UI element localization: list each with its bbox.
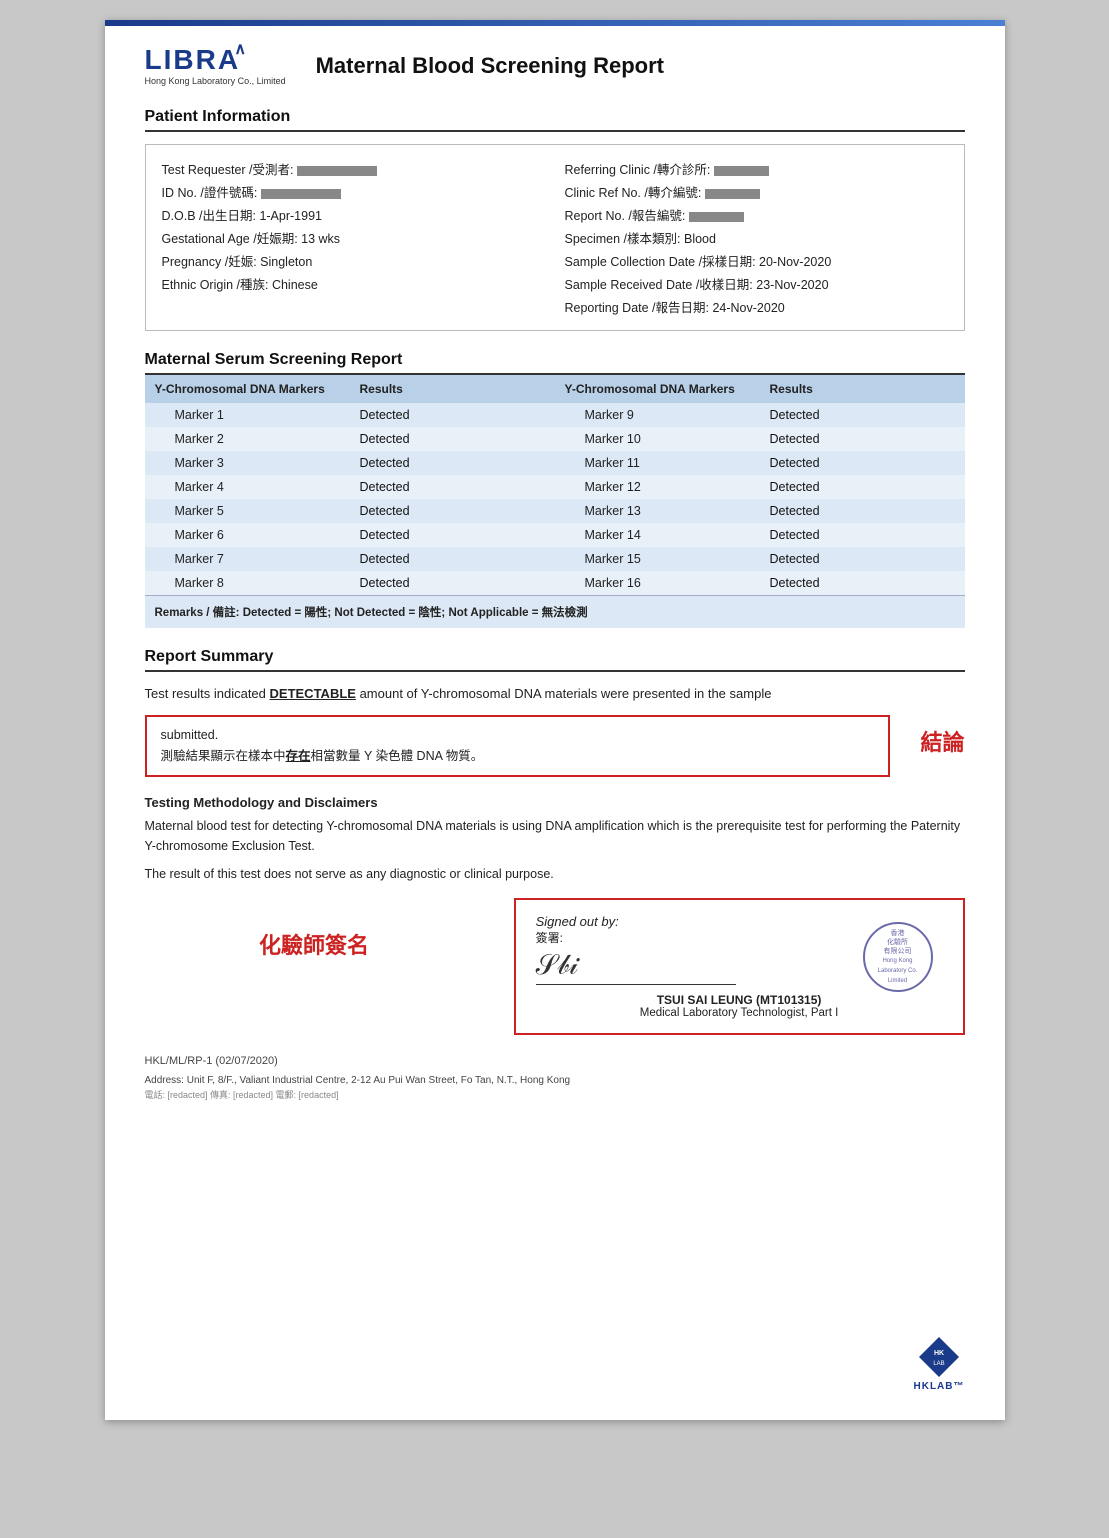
serum-section: Maternal Serum Screening Report Y-Chromo… [145, 351, 965, 628]
patient-info-box: Test Requester /受測者: ID No. /證件號碼: D.O.B… [145, 144, 965, 331]
footer-contacts: 電話: [redacted] 傳真: [redacted] 電郵: [redac… [145, 1088, 965, 1101]
svg-text:LAB: LAB [933, 1361, 944, 1367]
hklab-brand-text: HKLAB™ [914, 1381, 965, 1392]
report-title: Maternal Blood Screening Report [316, 53, 664, 79]
marker-left-name: Marker 6 [145, 523, 350, 547]
patient-row-ethnic: Ethnic Origin /種族: Chinese [162, 272, 545, 295]
redacted-reportno [689, 212, 744, 222]
patient-row-specimen: Specimen /樣本類別: Blood [565, 226, 948, 249]
logo-area: LIBR A ∧ Hong Kong Laboratory Co., Limit… [145, 46, 286, 86]
patient-right-col: Referring Clinic /轉介診所: Clinic Ref No. /… [565, 157, 948, 318]
signer-title: Medical Laboratory Technologist, Part I [536, 1007, 943, 1019]
patient-left-col: Test Requester /受測者: ID No. /證件號碼: D.O.B… [162, 157, 545, 318]
patient-row-ga: Gestational Age /妊娠期: 13 wks [162, 226, 545, 249]
signer-name: TSUI SAI LEUNG (MT101315) [536, 993, 943, 1007]
redacted-id [261, 189, 341, 199]
redacted-clinicref [705, 189, 760, 199]
summary-highlight: DETECTABLE [270, 686, 356, 701]
marker-left-result: Detected [350, 403, 555, 427]
patient-row-dob: D.O.B /出生日期: 1-Apr-1991 [162, 203, 545, 226]
patient-row-clinicref: Clinic Ref No. /轉介編號: [565, 180, 948, 203]
summary-header: Report Summary [145, 648, 965, 672]
patient-grid: Test Requester /受測者: ID No. /證件號碼: D.O.B… [162, 157, 948, 318]
logo-subtitle: Hong Kong Laboratory Co., Limited [145, 76, 286, 86]
marker-right-result: Detected [760, 523, 965, 547]
summary-text: Test results indicated DETECTABLE amount… [145, 684, 965, 705]
marker-right-name: Marker 15 [555, 547, 760, 571]
marker-left-result: Detected [350, 427, 555, 451]
submitted-box: submitted. 測驗結果顯示在樣本中存在相當數量 Y 染色體 DNA 物質… [145, 715, 891, 778]
marker-left-result: Detected [350, 499, 555, 523]
marker-left-name: Marker 5 [145, 499, 350, 523]
col1-header: Y-Chromosomal DNA Markers [145, 375, 350, 403]
patient-row-received: Sample Received Date /收樣日期: 23-Nov-2020 [565, 272, 948, 295]
hklab-diamond-icon: HK LAB [917, 1335, 961, 1379]
markers-table: Y-Chromosomal DNA Markers Results Y-Chro… [145, 375, 965, 595]
marker-right-result: Detected [760, 547, 965, 571]
chinese-result: 測驗結果顯示在樣本中存在相當數量 Y 染色體 DNA 物質。 [161, 746, 875, 767]
chemist-label: 化驗師簽名 [145, 898, 484, 960]
patient-row-reportno: Report No. /報告編號: [565, 203, 948, 226]
col2-header: Results [350, 375, 555, 403]
conclusion-label: 結論 [920, 715, 964, 757]
conclusion-block: submitted. 測驗結果顯示在樣本中存在相當數量 Y 染色體 DNA 物質… [145, 715, 965, 778]
marker-right-result: Detected [760, 499, 965, 523]
marker-right-result: Detected [760, 475, 965, 499]
methodology-section: Testing Methodology and Disclaimers Mate… [145, 795, 965, 884]
patient-info-header: Patient Information [145, 108, 965, 132]
methodology-title: Testing Methodology and Disclaimers [145, 795, 965, 810]
marker-left-result: Detected [350, 451, 555, 475]
logo-text: LIBR A ∧ [145, 46, 241, 74]
patient-row-id: ID No. /證件號碼: [162, 180, 545, 203]
marker-left-name: Marker 1 [145, 403, 350, 427]
stamp-text: 香港化驗所有限公司Hong KongLaboratory Co.Limited [878, 929, 918, 986]
footer-address: Address: Unit F, 8/F., Valiant Industria… [145, 1075, 965, 1086]
marker-right-name: Marker 10 [555, 427, 760, 451]
patient-row-clinic: Referring Clinic /轉介診所: [565, 157, 948, 180]
patient-row-requester: Test Requester /受測者: [162, 157, 545, 180]
marker-right-result: Detected [760, 451, 965, 475]
svg-text:HK: HK [934, 1350, 944, 1357]
methodology-para2: The result of this test does not serve a… [145, 864, 965, 884]
footer-doc: HKL/ML/RP-1 (02/07/2020) [145, 1055, 965, 1067]
marker-right-name: Marker 13 [555, 499, 760, 523]
remarks-row: Remarks / 備註: Detected = 陽性; Not Detecte… [145, 595, 965, 628]
marker-right-result: Detected [760, 427, 965, 451]
stamp-circle: 香港化驗所有限公司Hong KongLaboratory Co.Limited [863, 922, 933, 992]
patient-row-pregnancy: Pregnancy /妊娠: Singleton [162, 249, 545, 272]
marker-right-name: Marker 12 [555, 475, 760, 499]
marker-left-name: Marker 2 [145, 427, 350, 451]
marker-right-name: Marker 14 [555, 523, 760, 547]
marker-right-name: Marker 16 [555, 571, 760, 595]
col3-header: Y-Chromosomal DNA Markers [555, 375, 760, 403]
serum-section-header: Maternal Serum Screening Report [145, 351, 965, 375]
signature-box: 香港化驗所有限公司Hong KongLaboratory Co.Limited … [514, 898, 965, 1035]
signature-underline [536, 984, 736, 985]
report-summary: Report Summary Test results indicated DE… [145, 648, 965, 777]
report-page: LIBR A ∧ Hong Kong Laboratory Co., Limit… [105, 20, 1005, 1420]
marker-left-name: Marker 7 [145, 547, 350, 571]
marker-left-result: Detected [350, 547, 555, 571]
marker-left-name: Marker 8 [145, 571, 350, 595]
col4-header: Results [760, 375, 965, 403]
marker-left-name: Marker 3 [145, 451, 350, 475]
patient-row-reporting: Reporting Date /報告日期: 24-Nov-2020 [565, 295, 948, 318]
marker-right-name: Marker 11 [555, 451, 760, 475]
methodology-para1: Maternal blood test for detecting Y-chro… [145, 816, 965, 856]
patient-row-collection: Sample Collection Date /採樣日期: 20-Nov-202… [565, 249, 948, 272]
marker-right-result: Detected [760, 403, 965, 427]
bottom-section: 化驗師簽名 香港化驗所有限公司Hong KongLaboratory Co.Li… [145, 898, 965, 1035]
top-bar [105, 20, 1005, 26]
marker-left-result: Detected [350, 571, 555, 595]
report-header: LIBR A ∧ Hong Kong Laboratory Co., Limit… [145, 46, 965, 86]
marker-right-result: Detected [760, 571, 965, 595]
redacted-clinic [714, 166, 769, 176]
marker-left-name: Marker 4 [145, 475, 350, 499]
marker-left-result: Detected [350, 475, 555, 499]
redacted-requester [297, 166, 377, 176]
marker-left-result: Detected [350, 523, 555, 547]
marker-right-name: Marker 9 [555, 403, 760, 427]
submitted-text: submitted. [161, 725, 875, 746]
hklab-logo: HK LAB HKLAB™ [914, 1335, 965, 1392]
